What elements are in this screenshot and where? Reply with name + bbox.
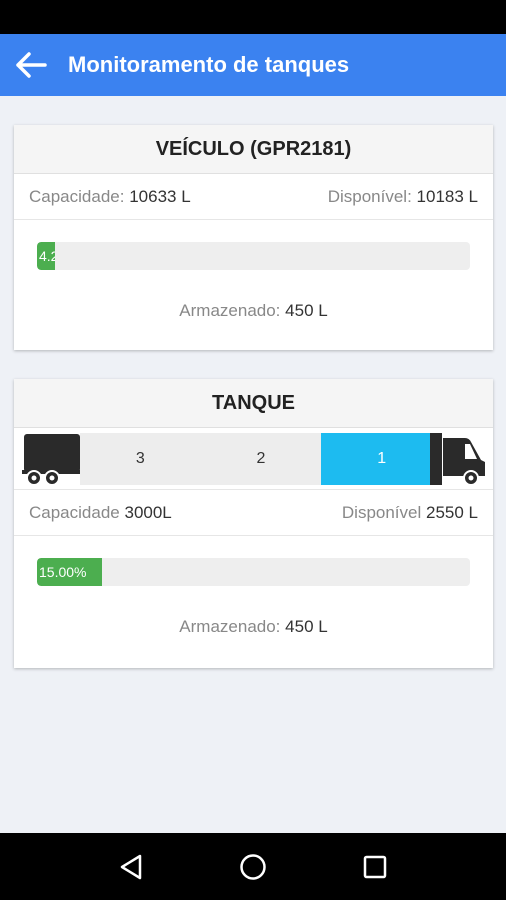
- available-label: Disponível: [341, 502, 422, 522]
- stored-value: 450 L: [285, 301, 328, 320]
- vehicle-available: Disponível: 10183 L: [328, 187, 478, 207]
- stored-label: Armazenado:: [179, 301, 281, 320]
- nav-home-button[interactable]: [233, 847, 273, 887]
- app-bar: Monitoramento de tanques: [0, 34, 506, 96]
- nav-recents-button[interactable]: [355, 847, 395, 887]
- tank-capacity: Capacidade 3000L: [29, 503, 172, 523]
- tank-progress-bar: 15.00%: [37, 558, 470, 586]
- square-recents-icon: [363, 855, 387, 878]
- stored-label: Armazenado:: [179, 617, 281, 636]
- vehicle-progress-bar: 4.23%: [37, 242, 470, 270]
- vehicle-title: VEÍCULO (GPR2181): [14, 125, 493, 174]
- capacity-value: 10633 L: [129, 186, 191, 206]
- tank-stored: Armazenado: 450 L: [14, 617, 493, 637]
- capacity-value: 3000L: [124, 502, 172, 522]
- vehicle-progress-fill: 4.23%: [37, 242, 56, 270]
- arrow-left-icon: [16, 52, 47, 78]
- system-nav-bar: [0, 833, 506, 900]
- compartment-strip: 3 2 1: [80, 433, 443, 485]
- capacity-label: Capacidade: [29, 502, 120, 522]
- tank-card: TANQUE 3 2 1 Capacidade 3000L Disponível…: [14, 379, 493, 668]
- status-bar: [0, 0, 506, 34]
- available-label: Disponível:: [327, 186, 412, 206]
- vehicle-card: VEÍCULO (GPR2181) Capacidade: 10633 L Di…: [14, 125, 493, 350]
- truck-cab-icon: [443, 438, 485, 486]
- page-title: Monitoramento de tanques: [68, 52, 350, 77]
- vehicle-stored: Armazenado: 450 L: [14, 301, 493, 321]
- tank-title: TANQUE: [14, 379, 493, 428]
- capacity-label: Capacidade:: [29, 186, 125, 206]
- compartment-3[interactable]: 3: [80, 433, 201, 485]
- compartment-1[interactable]: 1: [321, 433, 443, 485]
- stored-value: 450 L: [285, 617, 328, 636]
- circle-home-icon: [240, 853, 266, 880]
- back-button[interactable]: [0, 34, 62, 96]
- vehicle-info-row: Capacidade: 10633 L Disponível: 10183 L: [14, 174, 493, 220]
- available-value: 10183 L: [416, 186, 478, 206]
- nav-back-button[interactable]: [111, 847, 151, 887]
- compartment-2[interactable]: 2: [201, 433, 322, 485]
- triangle-back-icon: [120, 854, 142, 879]
- tank-info-row: Capacidade 3000L Disponível 2550 L: [14, 490, 493, 536]
- available-value: 2550 L: [426, 502, 478, 522]
- tank-available: Disponível 2550 L: [342, 503, 478, 523]
- compartment-selector: 3 2 1: [14, 428, 493, 490]
- vehicle-capacity: Capacidade: 10633 L: [29, 187, 191, 207]
- tank-progress-fill: 15.00%: [37, 558, 102, 586]
